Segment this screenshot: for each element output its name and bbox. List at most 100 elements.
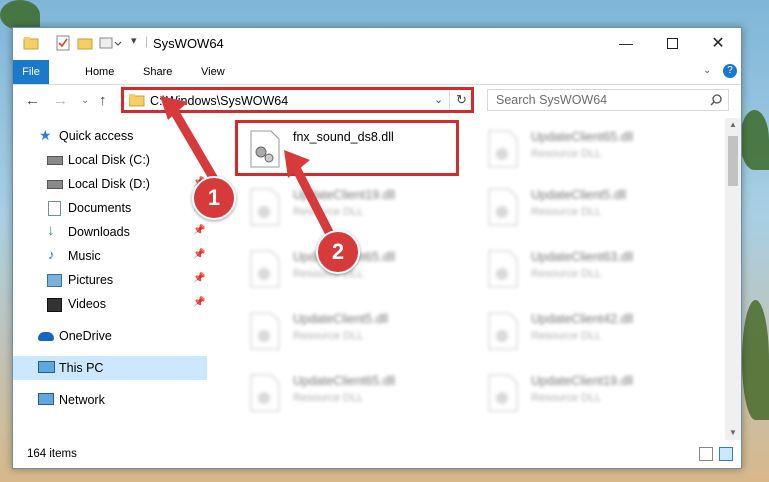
background-palm bbox=[0, 0, 40, 30]
disk-icon bbox=[47, 156, 63, 165]
sidebar-item-downloads[interactable]: ↓ Downloads 📌 bbox=[13, 220, 207, 244]
new-folder-icon[interactable] bbox=[77, 35, 93, 51]
help-icon[interactable]: ? bbox=[723, 64, 737, 78]
download-icon: ↓ bbox=[47, 222, 55, 239]
file-item[interactable]: UpdateClient65.dll Resource DLL bbox=[235, 366, 465, 418]
sidebar-item-label: This PC bbox=[59, 361, 104, 375]
videos-icon bbox=[47, 298, 62, 312]
search-placeholder: Search SysWOW64 bbox=[496, 93, 608, 107]
address-divider bbox=[449, 90, 450, 110]
vertical-scrollbar[interactable]: ▲ ▼ bbox=[725, 118, 741, 440]
file-type: Resource DLL bbox=[531, 268, 602, 280]
tab-view[interactable]: View bbox=[191, 60, 235, 84]
address-dropdown-icon[interactable]: ⌄ bbox=[434, 93, 443, 106]
sidebar-item-documents[interactable]: Documents 📌 bbox=[13, 196, 207, 220]
sidebar-item-label: Local Disk (D:) bbox=[68, 177, 150, 191]
item-count: 164 items bbox=[27, 448, 77, 460]
pin-icon[interactable]: 📌 bbox=[193, 225, 205, 236]
explorer-window: ▾ | SysWOW64 — ✕ File Home Share View ⌄ … bbox=[12, 27, 742, 469]
dll-file-icon bbox=[488, 130, 518, 168]
background-palm bbox=[742, 300, 769, 420]
tab-share[interactable]: Share bbox=[133, 60, 182, 84]
up-button[interactable]: ↑ bbox=[99, 92, 107, 109]
sidebar-item-label: Quick access bbox=[59, 129, 134, 143]
disk-icon bbox=[47, 180, 63, 189]
file-item[interactable]: UpdateClient5.dll Resource DLL bbox=[473, 180, 703, 232]
sidebar-item-this-pc[interactable]: This PC bbox=[13, 356, 207, 380]
star-icon: ★ bbox=[39, 127, 52, 143]
refresh-icon[interactable]: ↻ bbox=[456, 92, 467, 108]
ribbon-tabs: File Home Share View ⌄ ? bbox=[13, 60, 741, 85]
file-name: UpdateClient5.dll bbox=[531, 188, 627, 202]
scroll-up-icon[interactable]: ▲ bbox=[729, 120, 737, 129]
file-name: UpdateClient63.dll bbox=[531, 250, 634, 264]
search-icon bbox=[710, 94, 722, 106]
pin-icon[interactable]: 📌 bbox=[193, 249, 205, 260]
annotation-badge-2: 2 bbox=[316, 230, 360, 274]
pin-icon[interactable]: 📌 bbox=[193, 273, 205, 284]
maximize-icon bbox=[666, 37, 678, 49]
sidebar-item-label: Videos bbox=[68, 297, 106, 311]
file-item[interactable]: UpdateClient19.dll Resource DLL bbox=[473, 366, 703, 418]
recent-locations-icon[interactable]: ⌄ bbox=[81, 95, 89, 106]
file-item[interactable]: UpdateClient63.dll Resource DLL bbox=[473, 242, 703, 294]
tab-file[interactable]: File bbox=[13, 60, 49, 84]
computer-icon bbox=[38, 361, 55, 373]
annotation-badge-1: 1 bbox=[192, 176, 236, 220]
cloud-icon bbox=[38, 332, 54, 341]
file-name: UpdateClient42.dll bbox=[531, 312, 634, 326]
status-bar: 164 items bbox=[13, 444, 741, 466]
close-button[interactable]: ✕ bbox=[695, 28, 741, 58]
expand-ribbon-icon[interactable]: ⌄ bbox=[703, 65, 711, 76]
file-type: Resource DLL bbox=[293, 330, 364, 342]
sidebar-item-label: Pictures bbox=[68, 273, 114, 287]
close-icon: ✕ bbox=[711, 35, 725, 52]
dll-file-icon bbox=[250, 250, 280, 288]
file-type: Resource DLL bbox=[293, 392, 364, 404]
tab-home[interactable]: Home bbox=[75, 60, 124, 84]
customize-quick-access-icon[interactable] bbox=[99, 35, 123, 51]
sidebar-item-label: OneDrive bbox=[59, 329, 112, 343]
sidebar-item-music[interactable]: ♪ Music 📌 bbox=[13, 244, 207, 268]
scrollbar-thumb[interactable] bbox=[728, 136, 738, 186]
network-icon bbox=[38, 393, 54, 405]
file-item[interactable]: UpdateClient65.dll Resource DLL bbox=[473, 122, 703, 174]
file-item[interactable]: UpdateClient5.dll Resource DLL bbox=[235, 304, 465, 356]
documents-icon bbox=[48, 201, 61, 216]
navigation-bar: ← → ⌄ ↑ C:\Windows\SysWOW64 ⌄ ↻ Search S… bbox=[13, 84, 741, 117]
maximize-button[interactable] bbox=[649, 28, 695, 58]
dll-file-icon bbox=[488, 250, 518, 288]
properties-icon[interactable] bbox=[55, 35, 71, 51]
file-item[interactable]: UpdateClient42.dll Resource DLL bbox=[473, 304, 703, 356]
dll-file-icon bbox=[488, 312, 518, 350]
dll-file-icon bbox=[488, 374, 518, 412]
sidebar-item-network[interactable]: Network bbox=[13, 388, 207, 412]
large-icons-view-icon[interactable] bbox=[719, 447, 733, 461]
background-palm bbox=[740, 110, 769, 170]
minimize-icon: — bbox=[619, 35, 633, 51]
sidebar-item-label: Local Disk (C:) bbox=[68, 153, 150, 167]
search-box[interactable]: Search SysWOW64 bbox=[487, 89, 729, 111]
sidebar-item-label: Network bbox=[59, 393, 105, 407]
file-type: Resource DLL bbox=[531, 330, 602, 342]
quick-access-dropdown-icon[interactable]: ▾ bbox=[131, 34, 137, 50]
pin-icon[interactable]: 📌 bbox=[193, 297, 205, 308]
sidebar-item-label: Music bbox=[68, 249, 101, 263]
sidebar-item-onedrive[interactable]: OneDrive bbox=[13, 324, 207, 348]
back-button[interactable]: ← bbox=[25, 92, 40, 109]
sidebar-item-pictures[interactable]: Pictures 📌 bbox=[13, 268, 207, 292]
sidebar-item-videos[interactable]: Videos 📌 bbox=[13, 292, 207, 316]
dll-file-icon bbox=[488, 188, 518, 226]
minimize-button[interactable]: — bbox=[603, 28, 649, 58]
sidebar-item-label: Documents bbox=[68, 201, 132, 215]
pictures-icon bbox=[47, 274, 62, 287]
file-type: Resource DLL bbox=[531, 206, 602, 218]
file-name: UpdateClient65.dll bbox=[531, 130, 634, 144]
scroll-down-icon[interactable]: ▼ bbox=[729, 428, 737, 437]
file-type: Resource DLL bbox=[531, 392, 602, 404]
file-item[interactable]: UpdateClient19.dll Resource DLL bbox=[235, 180, 465, 232]
details-view-icon[interactable] bbox=[699, 447, 713, 461]
forward-button[interactable]: → bbox=[53, 92, 68, 109]
dll-file-icon bbox=[250, 374, 280, 412]
folder-icon bbox=[129, 94, 145, 107]
